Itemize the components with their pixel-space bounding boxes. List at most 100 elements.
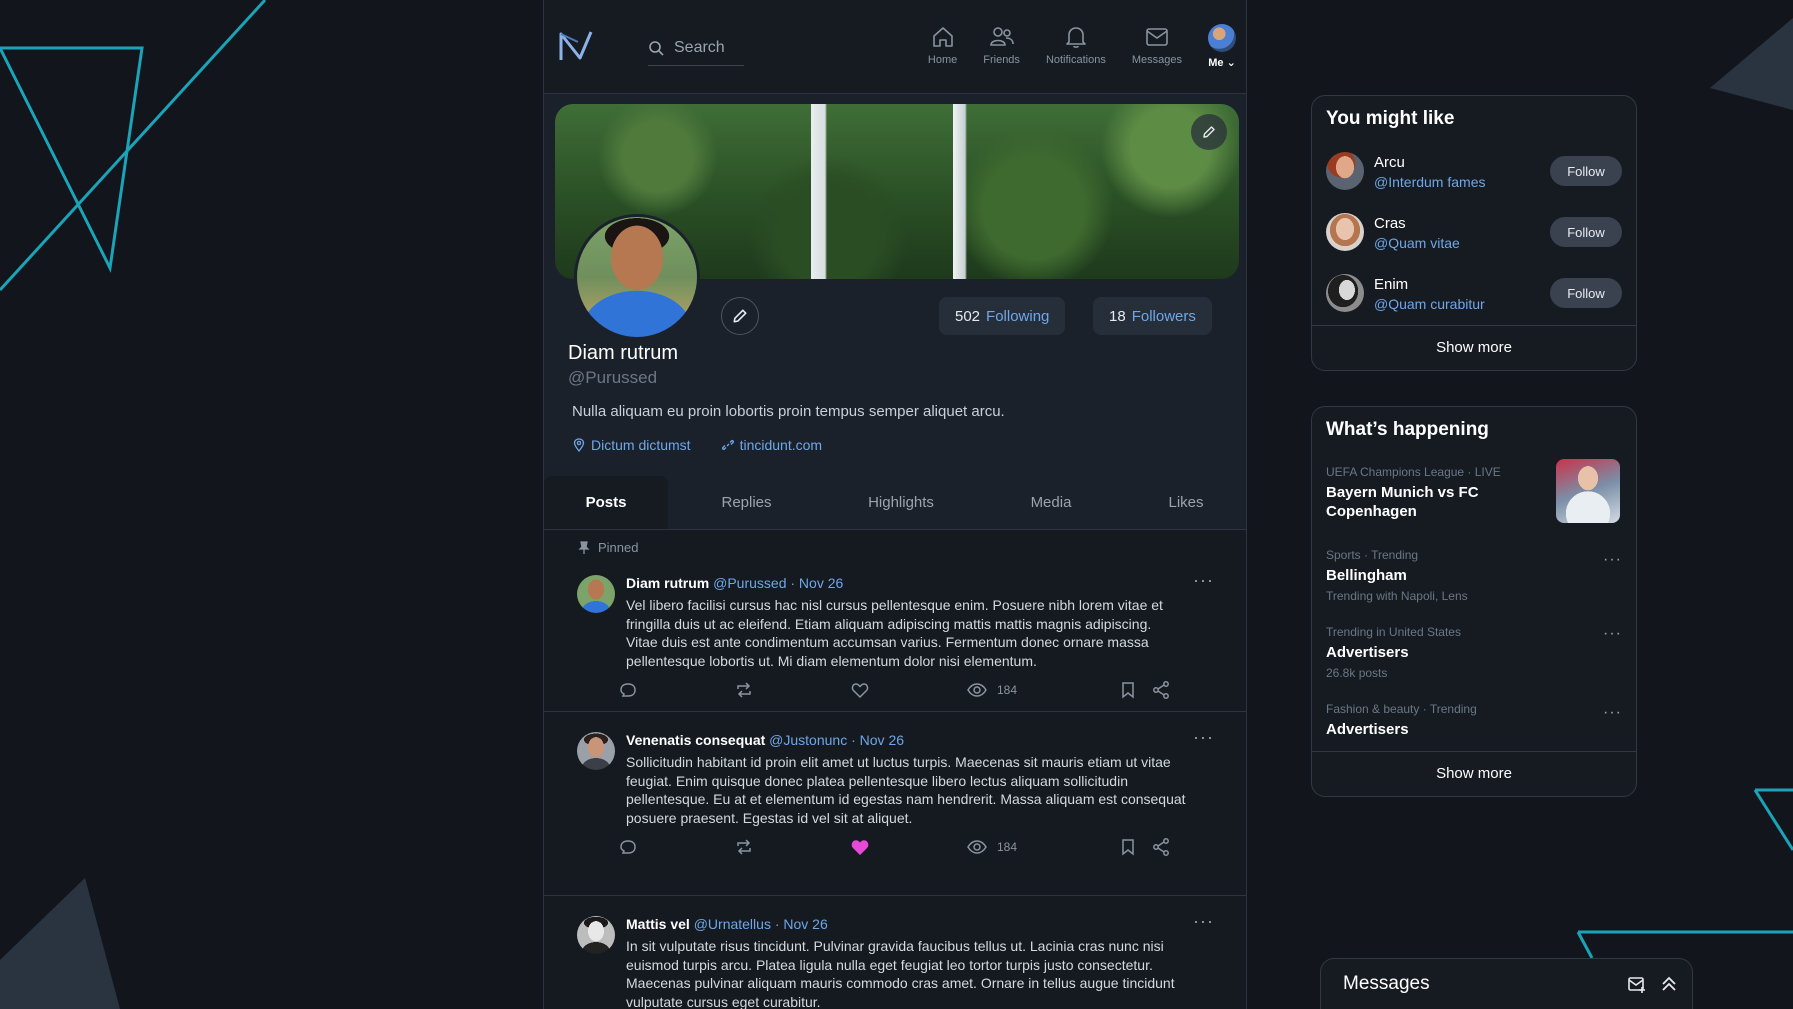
more-options-icon[interactable]: ··· xyxy=(1193,727,1214,748)
post-date: · Nov 26 xyxy=(790,575,844,591)
like-button[interactable] xyxy=(850,680,870,700)
trend-meta: Fashion & beauty · Trending xyxy=(1326,702,1477,716)
following-count-button[interactable]: 502 Following xyxy=(939,297,1066,335)
link-icon xyxy=(721,440,734,450)
comment-icon xyxy=(620,840,636,854)
bookmark-button[interactable] xyxy=(1118,837,1138,857)
trend-title: Advertisers xyxy=(1326,644,1409,661)
nav-home[interactable]: Home xyxy=(928,24,957,66)
suggestions-show-more[interactable]: Show more xyxy=(1312,339,1636,356)
profile-avatar[interactable] xyxy=(574,214,700,340)
post-author-handle[interactable]: @Justonunc xyxy=(769,732,847,748)
avatar xyxy=(1326,274,1364,312)
like-button[interactable] xyxy=(850,837,870,857)
post-date: · Nov 26 xyxy=(851,732,905,748)
post-actions: 184 xyxy=(618,680,1178,702)
more-options-icon[interactable]: ··· xyxy=(1603,625,1622,643)
search-placeholder: Search xyxy=(674,38,725,56)
follow-button[interactable]: Follow xyxy=(1550,278,1622,308)
more-options-icon[interactable]: ··· xyxy=(1603,704,1622,722)
post-item[interactable]: Mattis vel @Urnatellus · Nov 26 ··· In s… xyxy=(544,896,1246,1009)
trend-item[interactable]: UEFA Champions League · LIVE Bayern Muni… xyxy=(1326,465,1536,521)
pencil-icon xyxy=(733,309,747,323)
trend-item[interactable]: Trending in United States Advertisers 26… xyxy=(1326,625,1622,680)
follow-button[interactable]: Follow xyxy=(1550,217,1622,247)
profile-website-link[interactable]: tincidunt.com xyxy=(721,437,822,453)
suggestion-item[interactable]: Cras @Quam vitae Follow xyxy=(1326,211,1622,255)
trend-item[interactable]: Sports · Trending Bellingham Trending wi… xyxy=(1326,548,1622,603)
suggestion-item[interactable]: Arcu @Interdum fames Follow xyxy=(1326,150,1622,194)
repost-button[interactable] xyxy=(734,837,754,857)
followers-count-button[interactable]: 18 Followers xyxy=(1093,297,1212,335)
share-button[interactable] xyxy=(1151,837,1171,857)
suggestion-name: Cras xyxy=(1374,215,1406,232)
suggestion-item[interactable]: Enim @Quam curabitur Follow xyxy=(1326,272,1622,316)
reply-button[interactable] xyxy=(618,837,638,857)
logo-icon[interactable] xyxy=(558,28,594,64)
edit-cover-button[interactable] xyxy=(1191,114,1227,150)
post-avatar[interactable] xyxy=(577,732,615,770)
suggestion-name: Enim xyxy=(1374,276,1409,293)
post-item[interactable]: Diam rutrum @Purussed · Nov 26 ··· Vel l… xyxy=(544,530,1246,712)
top-navbar: Search Home Friends Notifications Messag… xyxy=(544,0,1246,94)
share-button[interactable] xyxy=(1151,680,1171,700)
post-author-name[interactable]: Venenatis consequat xyxy=(626,732,765,748)
search-input[interactable]: Search xyxy=(648,30,744,66)
edit-profile-button[interactable] xyxy=(721,297,759,335)
suggestions-card: You might like Arcu @Interdum fames Foll… xyxy=(1311,95,1637,371)
location-pin-icon xyxy=(573,438,585,452)
profile-website-text: tincidunt.com xyxy=(739,437,823,453)
post-avatar[interactable] xyxy=(577,916,615,954)
tab-posts[interactable]: Posts xyxy=(544,476,668,529)
nav-me[interactable]: Me ⌄ xyxy=(1208,24,1236,69)
tab-highlights[interactable]: Highlights xyxy=(825,476,977,529)
suggestion-handle: @Quam vitae xyxy=(1374,235,1460,251)
divider xyxy=(1312,751,1636,752)
post-text: In sit vulputate risus tincidunt. Pulvin… xyxy=(626,938,1175,1009)
bookmark-button[interactable] xyxy=(1118,680,1138,700)
profile-location-text: Dictum dictumst xyxy=(591,437,691,453)
post-author-name[interactable]: Diam rutrum xyxy=(626,575,709,591)
views-button[interactable]: 184 xyxy=(967,680,1017,700)
more-options-icon[interactable]: ··· xyxy=(1193,911,1214,932)
trending-card: What’s happening UEFA Champions League ·… xyxy=(1311,406,1637,797)
trend-title: Advertisers xyxy=(1326,721,1409,738)
reply-button[interactable] xyxy=(618,680,638,700)
follow-button[interactable]: Follow xyxy=(1550,156,1622,186)
trending-show-more[interactable]: Show more xyxy=(1312,765,1636,782)
nav-friends-label: Friends xyxy=(983,54,1020,66)
new-message-icon[interactable] xyxy=(1627,974,1647,994)
profile-meta: Dictum dictumst tincidunt.com xyxy=(572,437,822,453)
post-author-handle[interactable]: @Urnatellus xyxy=(694,916,771,932)
nav-notifications[interactable]: Notifications xyxy=(1046,24,1106,66)
tab-likes[interactable]: Likes xyxy=(1125,476,1246,529)
nav-friends[interactable]: Friends xyxy=(983,24,1020,66)
tab-replies[interactable]: Replies xyxy=(668,476,825,529)
followers-count: 18 xyxy=(1109,307,1126,325)
post-author-handle[interactable]: @Purussed xyxy=(713,575,786,591)
friends-icon xyxy=(989,27,1014,46)
bookmark-icon xyxy=(1122,682,1134,699)
trend-item[interactable]: Fashion & beauty · Trending Advertisers xyxy=(1326,702,1622,739)
trend-subtitle: 26.8k posts xyxy=(1326,666,1388,680)
post-author-name[interactable]: Mattis vel xyxy=(626,916,690,932)
repost-button[interactable] xyxy=(734,680,754,700)
messages-dock[interactable]: Messages xyxy=(1320,958,1693,1009)
main-column: Search Home Friends Notifications Messag… xyxy=(543,0,1247,1009)
post-item[interactable]: Venenatis consequat @Justonunc · Nov 26 … xyxy=(544,712,1246,896)
trend-image[interactable] xyxy=(1556,459,1620,523)
views-button[interactable]: 184 xyxy=(967,837,1017,857)
divider xyxy=(1312,325,1636,326)
post-avatar[interactable] xyxy=(577,575,615,613)
followers-label: Followers xyxy=(1131,307,1196,325)
views-count: 184 xyxy=(997,840,1018,854)
nav-messages[interactable]: Messages xyxy=(1132,24,1182,66)
post-header: Venenatis consequat @Justonunc · Nov 26 xyxy=(626,732,904,748)
post-text: Vel libero facilisi cursus hac nisl curs… xyxy=(626,597,1163,669)
comment-icon xyxy=(620,683,636,697)
more-options-icon[interactable]: ··· xyxy=(1193,570,1214,591)
profile-location: Dictum dictumst xyxy=(572,437,691,453)
more-options-icon[interactable]: ··· xyxy=(1603,551,1622,569)
expand-up-icon[interactable] xyxy=(1659,974,1679,994)
tab-media[interactable]: Media xyxy=(977,476,1125,529)
